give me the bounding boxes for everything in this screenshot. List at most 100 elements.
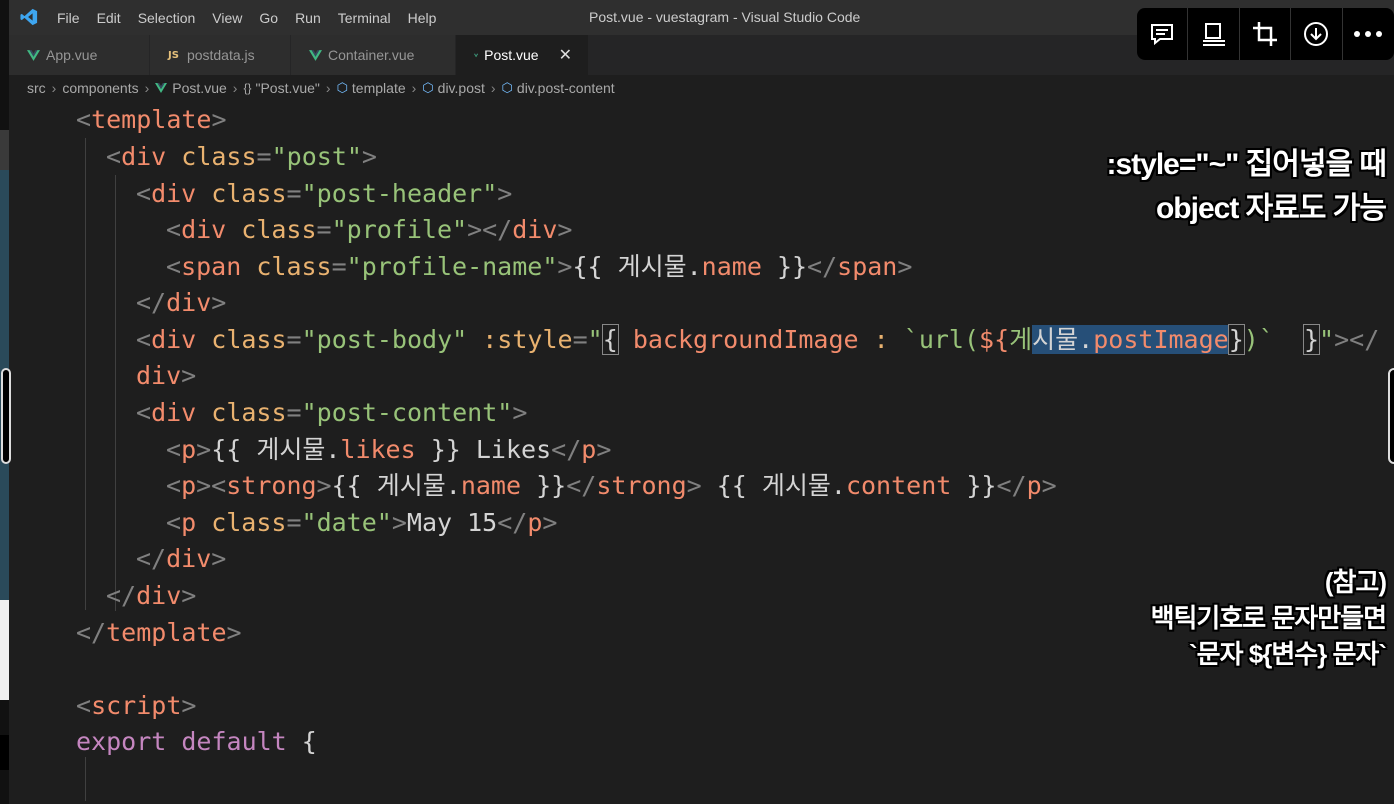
code-line: </div> xyxy=(136,284,226,321)
breadcrumb-item-component[interactable]: "Post.vue" xyxy=(255,80,319,96)
strip-thumb xyxy=(0,735,9,770)
code-token: = xyxy=(316,215,332,244)
chevron-right-icon: › xyxy=(490,80,496,96)
code-token: </ xyxy=(996,471,1027,500)
code-token: = xyxy=(286,508,302,537)
code-token: ></ xyxy=(1334,325,1380,354)
more-icon[interactable] xyxy=(1343,8,1394,60)
code-token: : xyxy=(873,325,889,354)
menu-item-run[interactable]: Run xyxy=(295,10,321,26)
code-line: <div class="profile"></div> xyxy=(166,211,572,248)
menu-item-view[interactable]: View xyxy=(212,10,242,26)
code-token: div xyxy=(166,544,212,573)
note-line: `문자 ${변수} 문자` xyxy=(1189,639,1387,669)
code-token: "date" xyxy=(301,508,392,537)
code-token: {{ 게시물. xyxy=(211,435,341,464)
code-token: > xyxy=(497,179,513,208)
cube-icon: ⬡ xyxy=(336,80,348,95)
code-token: < xyxy=(166,252,182,281)
code-token: likes xyxy=(340,435,416,464)
code-token: </ xyxy=(76,618,107,647)
vue-icon xyxy=(309,49,322,61)
code-token: = xyxy=(286,398,302,427)
code-token: </ xyxy=(807,252,838,281)
comment-icon[interactable] xyxy=(1137,8,1189,60)
strip-thumb xyxy=(0,600,9,700)
video-left-strip xyxy=(0,0,11,804)
crop-icon[interactable] xyxy=(1240,8,1292,60)
code-token: > xyxy=(181,691,197,720)
code-token: = xyxy=(286,179,302,208)
code-token: }} xyxy=(951,471,997,500)
code-token: script xyxy=(91,691,182,720)
code-token: < xyxy=(136,179,152,208)
tab-container-vue[interactable]: Container.vue xyxy=(291,35,456,75)
menu-item-terminal[interactable]: Terminal xyxy=(338,10,391,26)
code-token: > xyxy=(181,361,197,390)
code-token: >< xyxy=(196,471,227,500)
code-token: class xyxy=(211,325,287,354)
code-token: ${ xyxy=(979,325,1010,354)
breadcrumb-item-template[interactable]: template xyxy=(352,80,406,96)
indent-guide xyxy=(115,175,116,611)
code-token: 게 xyxy=(1009,325,1033,354)
code-token: > xyxy=(897,252,913,281)
breadcrumb-item-div-post[interactable]: div.post xyxy=(438,80,485,96)
code-token: span xyxy=(181,252,242,281)
menu-item-help[interactable]: Help xyxy=(408,10,437,26)
code-token: > xyxy=(557,252,573,281)
code-token: </ xyxy=(106,581,137,610)
menu-bar: File Edit Selection View Go Run Terminal Help xyxy=(57,0,453,35)
code-token: }} xyxy=(761,252,808,281)
code-token: class xyxy=(211,398,287,427)
code-token: = xyxy=(572,325,588,354)
code-token: class xyxy=(211,179,287,208)
code-token: { xyxy=(286,727,317,756)
vue-icon xyxy=(474,53,479,57)
breadcrumb-item-div-post-content[interactable]: div.post-content xyxy=(517,80,615,96)
code-token: < xyxy=(76,691,92,720)
code-line: <p class="date">May 15</p> xyxy=(166,504,557,541)
code-token: < xyxy=(106,142,122,171)
menu-item-selection[interactable]: Selection xyxy=(138,10,196,26)
code-token: div xyxy=(151,179,197,208)
right-resize-handle[interactable] xyxy=(1388,368,1394,464)
close-icon[interactable]: ✕ xyxy=(559,45,572,65)
code-token: < xyxy=(136,325,152,354)
code-line: <p>{{ 게시물.likes }} Likes</p> xyxy=(166,431,611,468)
code-line: </div> xyxy=(106,577,196,614)
tab-post-vue[interactable]: Post.vue ✕ xyxy=(456,35,589,75)
code-token: </ xyxy=(497,508,528,537)
code-line: export default { xyxy=(76,723,317,760)
tab-app-vue[interactable]: App.vue xyxy=(9,35,150,75)
code-line: <div class="post-header"> xyxy=(136,175,512,212)
code-token: postImage xyxy=(1093,325,1229,354)
tab-postdata-js[interactable]: JS postdata.js xyxy=(150,35,291,75)
menu-item-go[interactable]: Go xyxy=(259,10,278,26)
code-token: = xyxy=(256,142,272,171)
menu-item-edit[interactable]: Edit xyxy=(97,10,121,26)
breadcrumb: src › components › Post.vue › {} "Post.v… xyxy=(9,75,1394,101)
code-token: > xyxy=(196,435,212,464)
code-token: > xyxy=(316,471,332,500)
code-token: backgroundImage xyxy=(632,325,859,354)
vue-icon xyxy=(155,83,168,93)
menu-item-file[interactable]: File xyxy=(57,10,80,26)
code-token: div xyxy=(166,288,212,317)
download-icon[interactable] xyxy=(1291,8,1343,60)
chevron-right-icon: › xyxy=(51,80,57,96)
breadcrumb-item-src[interactable]: src xyxy=(27,80,46,96)
screen-capture-icon[interactable] xyxy=(1188,8,1240,60)
breadcrumb-item-file[interactable]: Post.vue xyxy=(172,80,226,96)
code-token: > xyxy=(211,544,227,573)
code-token: May 15 xyxy=(406,508,498,537)
code-line: <div class="post-body" :style="{ backgro… xyxy=(136,321,1379,358)
breadcrumb-item-components[interactable]: components xyxy=(62,80,138,96)
strip-thumb xyxy=(0,130,9,170)
